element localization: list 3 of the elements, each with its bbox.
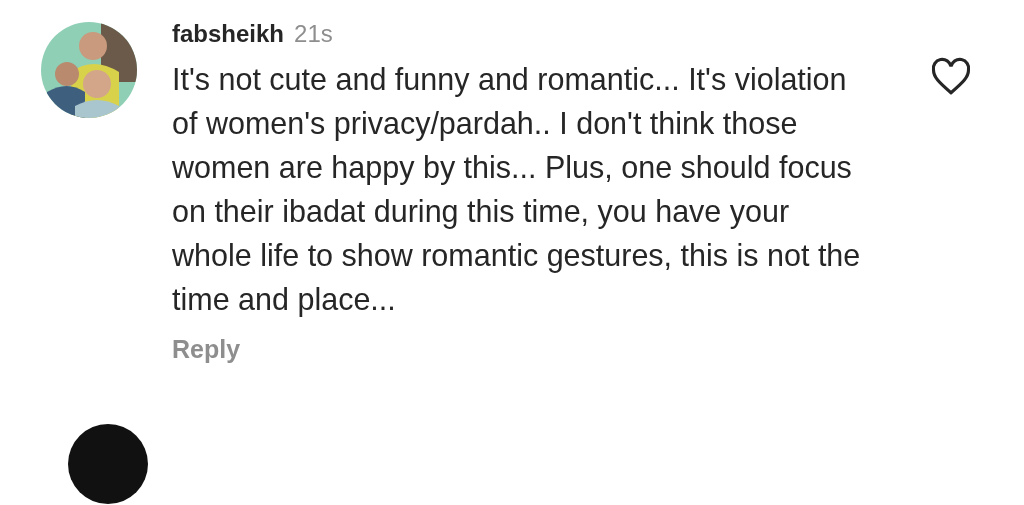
comment-text: It's not cute and funny and romantic... It's violation of women's privacy/pardah.. I don't think those women are happy by this... Plus, one should focus on their ibadat during this time, you have your whole life to show romantic gestures, this is not the time and place...: [172, 61, 862, 319]
timestamp: 21s: [294, 20, 333, 48]
username[interactable]: fabsheikh: [172, 20, 285, 48]
